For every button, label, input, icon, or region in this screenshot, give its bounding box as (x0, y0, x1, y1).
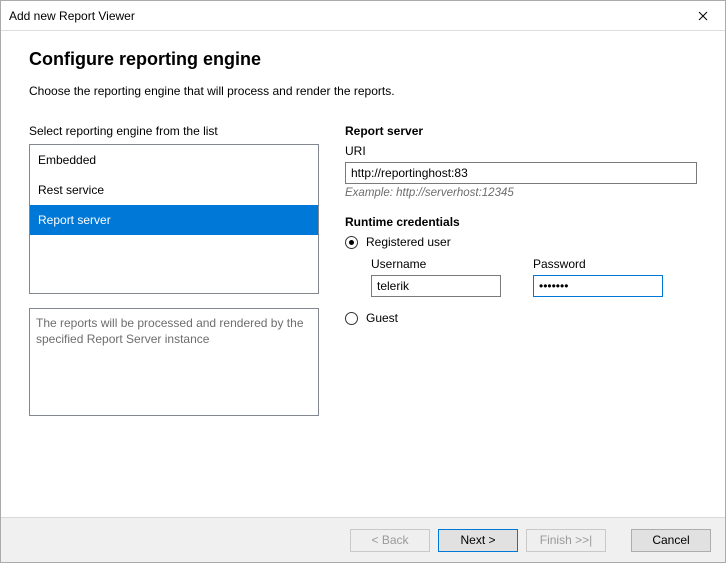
close-button[interactable] (680, 1, 725, 30)
left-panel: Select reporting engine from the list Em… (29, 124, 319, 416)
wizard-button-bar: < Back Next > Finish >>| Cancel (1, 517, 725, 562)
engine-description: The reports will be processed and render… (29, 308, 319, 416)
right-panel: Report server URI Example: http://server… (345, 124, 697, 416)
radio-guest-label: Guest (366, 311, 398, 325)
list-item-report-server[interactable]: Report server (30, 205, 318, 235)
radio-icon (345, 312, 358, 325)
radio-icon (345, 236, 358, 249)
credential-fields: Username Password (345, 257, 697, 297)
window-title: Add new Report Viewer (9, 9, 135, 23)
runtime-credentials-label: Runtime credentials (345, 215, 697, 229)
password-input[interactable] (533, 275, 663, 297)
list-item-rest-service[interactable]: Rest service (30, 175, 318, 205)
cancel-button[interactable]: Cancel (631, 529, 711, 552)
report-server-label: Report server (345, 124, 697, 138)
page-heading: Configure reporting engine (29, 49, 697, 70)
uri-label: URI (345, 144, 697, 158)
page-subtitle: Choose the reporting engine that will pr… (29, 84, 697, 98)
next-button[interactable]: Next > (438, 529, 518, 552)
radio-registered-user[interactable]: Registered user (345, 235, 697, 249)
close-icon (698, 8, 708, 24)
password-label: Password (533, 257, 663, 271)
username-input[interactable] (371, 275, 501, 297)
radio-registered-label: Registered user (366, 235, 451, 249)
uri-hint: Example: http://serverhost:12345 (345, 187, 697, 199)
content-area: Configure reporting engine Choose the re… (1, 31, 725, 416)
username-label: Username (371, 257, 501, 271)
uri-input[interactable] (345, 162, 697, 184)
engine-listbox[interactable]: Embedded Rest service Report server (29, 144, 319, 294)
back-button: < Back (350, 529, 430, 552)
engine-list-label: Select reporting engine from the list (29, 124, 319, 138)
title-bar: Add new Report Viewer (1, 1, 725, 31)
radio-guest[interactable]: Guest (345, 311, 697, 325)
list-item-embedded[interactable]: Embedded (30, 145, 318, 175)
finish-button: Finish >>| (526, 529, 606, 552)
